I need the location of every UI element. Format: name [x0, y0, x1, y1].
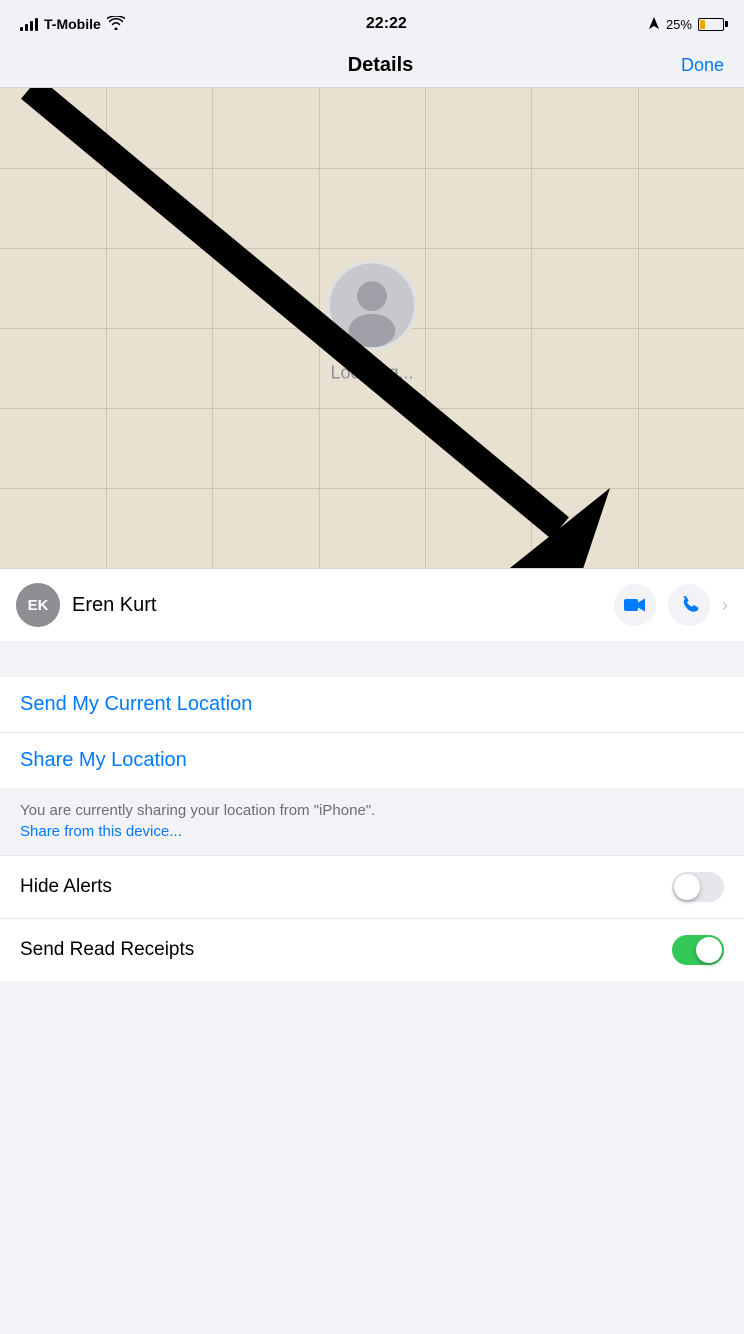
status-time: 22:22 — [366, 15, 407, 33]
hide-alerts-knob — [674, 874, 700, 900]
contact-section: EK Eren Kurt › — [0, 568, 744, 641]
video-call-button[interactable] — [614, 584, 656, 626]
send-current-location-item[interactable]: Send My Current Location — [0, 677, 744, 733]
send-current-location-label: Send My Current Location — [20, 693, 252, 715]
share-my-location-item[interactable]: Share My Location — [0, 733, 744, 788]
hide-alerts-row: Hide Alerts — [0, 856, 744, 919]
battery-percent: 25% — [666, 17, 692, 32]
locating-text: Locating... — [330, 362, 413, 383]
status-left: T-Mobile — [20, 16, 125, 33]
done-button[interactable]: Done — [681, 55, 724, 76]
chevron-right-icon: › — [722, 595, 728, 616]
send-read-receipts-label: Send Read Receipts — [20, 939, 194, 961]
nav-bar: Details Done — [0, 44, 744, 88]
send-read-receipts-toggle[interactable] — [672, 935, 724, 965]
page-title: Details — [348, 54, 414, 77]
send-read-receipts-row: Send Read Receipts — [0, 919, 744, 981]
signal-bars-icon — [20, 17, 38, 31]
hide-alerts-label: Hide Alerts — [20, 876, 112, 898]
status-right: 25% — [648, 16, 724, 33]
battery-icon — [698, 18, 724, 31]
contact-left: EK Eren Kurt — [16, 583, 156, 627]
send-read-receipts-knob — [696, 937, 722, 963]
phone-call-button[interactable] — [668, 584, 710, 626]
carrier-label: T-Mobile — [44, 16, 101, 32]
wifi-icon — [107, 16, 125, 33]
map-area: Locating... — [0, 88, 744, 568]
avatar — [327, 260, 417, 350]
hide-alerts-toggle[interactable] — [672, 872, 724, 902]
share-my-location-label: Share My Location — [20, 749, 187, 771]
location-info-text: You are currently sharing your location … — [20, 800, 724, 823]
location-list-section: Send My Current Location Share My Locati… — [0, 677, 744, 856]
contact-name: Eren Kurt — [72, 594, 156, 617]
toggle-section: Hide Alerts Send Read Receipts — [0, 856, 744, 981]
avatar: EK — [16, 583, 60, 627]
share-from-device-link[interactable]: Share from this device... — [20, 823, 182, 840]
location-arrow-icon — [648, 16, 660, 33]
section-divider — [0, 641, 744, 677]
map-center: Locating... — [327, 260, 417, 383]
location-info-section: You are currently sharing your location … — [0, 788, 744, 856]
status-bar: T-Mobile 22:22 25% — [0, 0, 744, 44]
contact-actions: › — [614, 584, 728, 626]
